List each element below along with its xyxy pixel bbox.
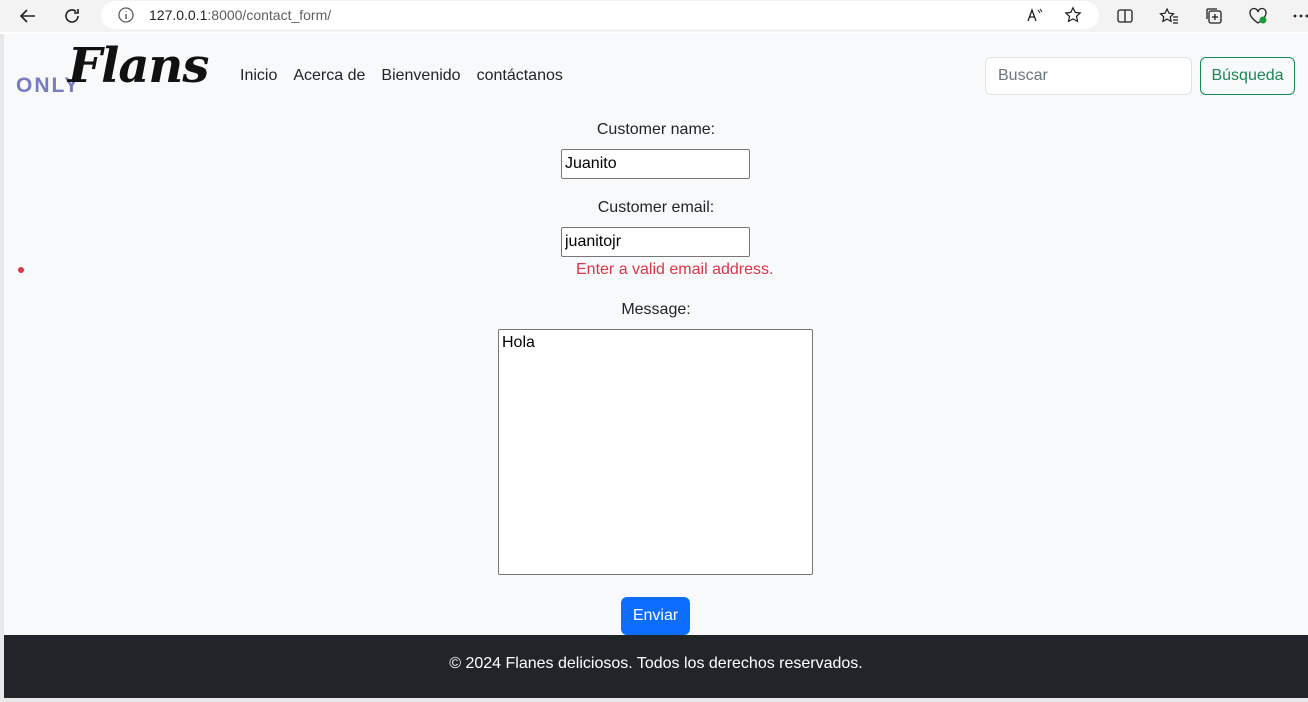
submit-button[interactable]: Enviar <box>621 597 690 635</box>
customer-email-label: Customer email: <box>597 199 715 216</box>
favorites-icon[interactable] <box>1157 4 1181 28</box>
url-path: :8000/contact_form/ <box>207 7 332 23</box>
site-info-icon[interactable] <box>117 6 135 24</box>
customer-email-input[interactable] <box>561 227 750 257</box>
collections-icon[interactable] <box>1202 4 1226 28</box>
customer-name-input[interactable] <box>561 149 750 179</box>
message-textarea[interactable]: Hola <box>498 329 813 575</box>
email-error-message: Enter a valid email address. <box>576 261 774 278</box>
navbar: ONLY Flans Inicio Acerca de Bienvenido c… <box>4 34 1308 118</box>
favorite-star-icon[interactable] <box>1063 5 1083 25</box>
nav-links: Inicio Acerca de Bienvenido contáctanos <box>240 66 579 86</box>
search-input[interactable] <box>985 57 1192 95</box>
brand-flans-text: Flans <box>68 38 209 94</box>
page-viewport: ONLY Flans Inicio Acerca de Bienvenido c… <box>4 34 1308 698</box>
brand-logo[interactable]: ONLY Flans <box>16 38 222 104</box>
url-text: 127.0.0.1:8000/contact_form/ <box>149 6 331 24</box>
reload-icon[interactable] <box>60 4 84 28</box>
message-label: Message: <box>621 301 691 318</box>
nav-link-acerca-de[interactable]: Acerca de <box>293 66 365 86</box>
back-arrow-icon[interactable] <box>16 4 40 28</box>
url-host: 127.0.0.1 <box>149 7 208 23</box>
browser-essentials-icon[interactable] <box>1246 4 1270 28</box>
read-aloud-icon[interactable] <box>1025 5 1045 25</box>
error-list-bullet <box>18 267 24 273</box>
address-bar[interactable]: 127.0.0.1:8000/contact_form/ <box>101 1 1099 29</box>
search-button[interactable]: Búsqueda <box>1200 57 1295 95</box>
nav-link-inicio[interactable]: Inicio <box>240 66 277 86</box>
nav-link-bienvenido[interactable]: Bienvenido <box>381 66 460 86</box>
customer-name-label: Customer name: <box>596 121 716 138</box>
window-bottom-edge <box>0 698 1308 702</box>
footer-text: © 2024 Flanes deliciosos. Todos los dere… <box>449 655 863 672</box>
footer: © 2024 Flanes deliciosos. Todos los dere… <box>4 635 1308 698</box>
split-screen-icon[interactable] <box>1113 4 1137 28</box>
more-options-icon[interactable] <box>1289 4 1308 28</box>
nav-link-contactanos[interactable]: contáctanos <box>477 66 563 86</box>
browser-toolbar: 127.0.0.1:8000/contact_form/ <box>0 0 1308 32</box>
